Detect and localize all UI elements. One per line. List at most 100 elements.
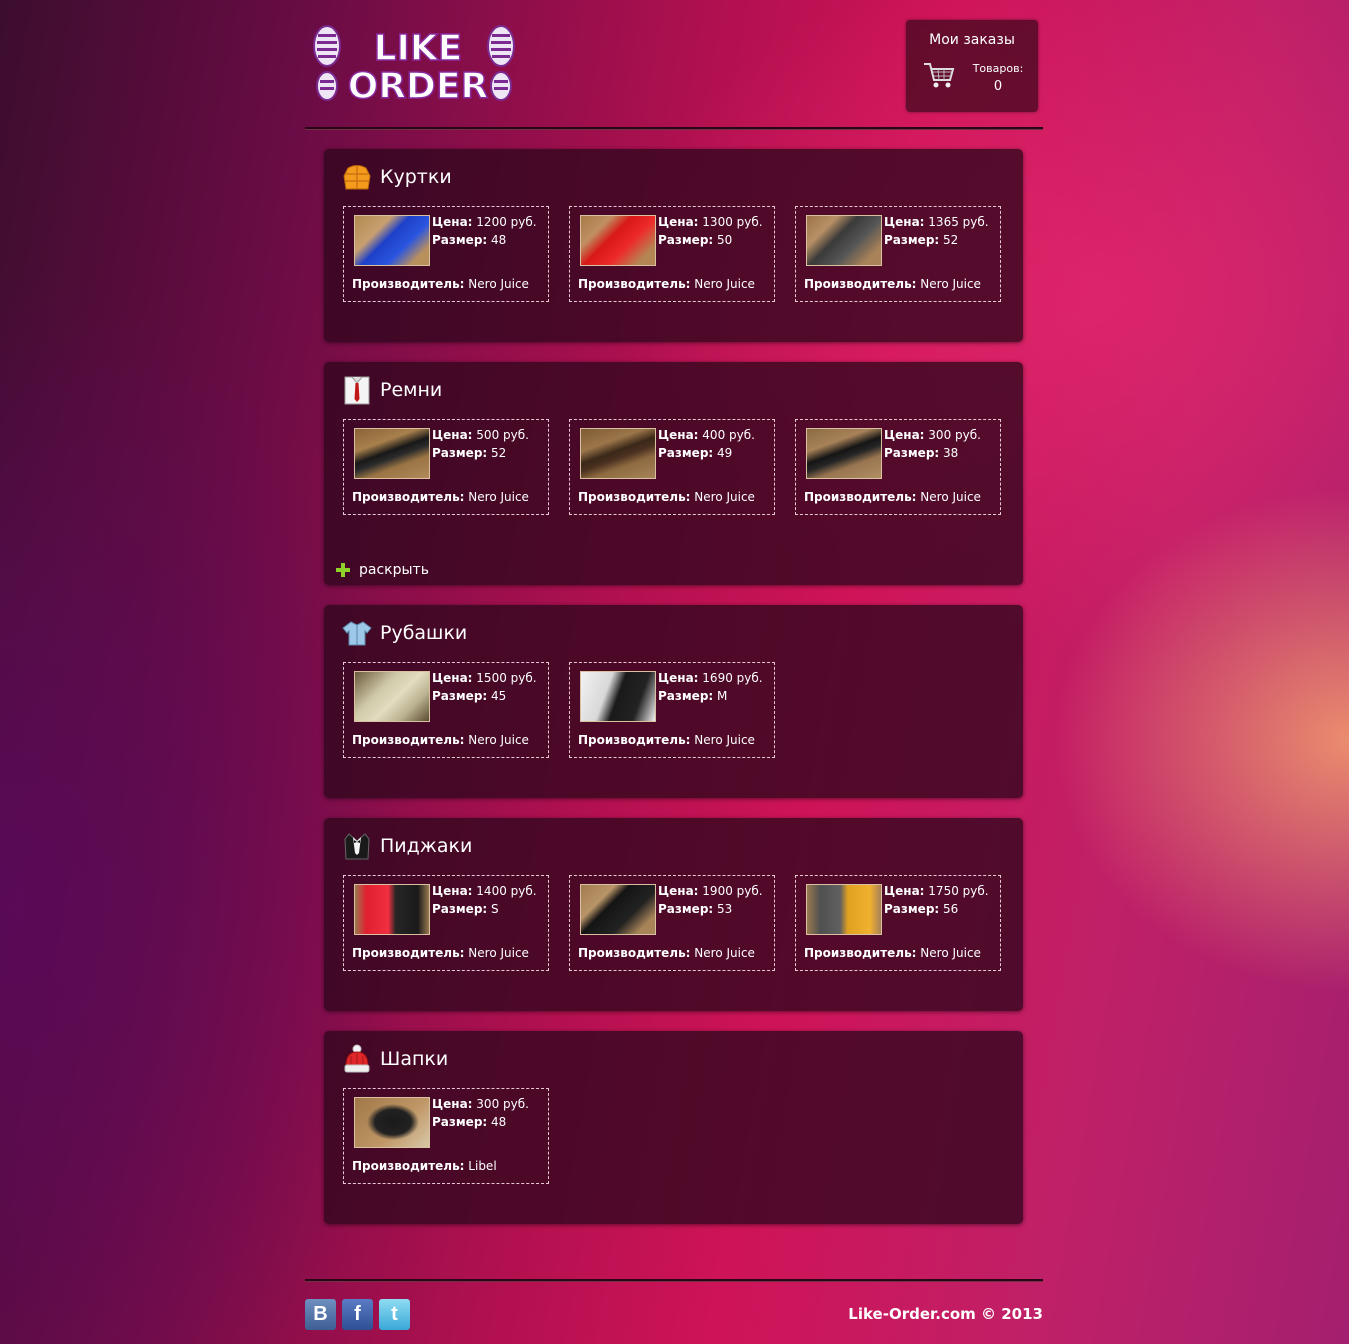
product-meta: Цена: 300 руб. Размер: 38 <box>884 426 981 462</box>
size-label: Размер: <box>884 902 940 916</box>
product-price: 1200 руб. <box>476 215 537 229</box>
site-logo[interactable]: LIKE ORDER <box>311 24 521 108</box>
product-image[interactable] <box>580 428 656 479</box>
facebook-label: f <box>354 1303 361 1325</box>
product-image[interactable] <box>354 671 430 722</box>
vk-icon[interactable]: B <box>305 1299 336 1330</box>
maker-label: Производитель: <box>804 490 917 504</box>
size-label: Размер: <box>432 446 488 460</box>
product-image[interactable] <box>806 215 882 266</box>
vk-label: B <box>313 1303 328 1325</box>
price-label: Цена: <box>884 428 925 442</box>
category-title[interactable]: Пиджаки <box>380 835 472 857</box>
size-label: Размер: <box>884 233 940 247</box>
product-card[interactable]: Цена: 500 руб. Размер: 52 Производитель:… <box>343 419 549 515</box>
maker-value: Nero Juice <box>468 946 529 960</box>
price-label: Цена: <box>658 671 699 685</box>
maker-label: Производитель: <box>804 946 917 960</box>
product-price: 1300 руб. <box>702 215 763 229</box>
product-card[interactable]: Цена: 1750 руб. Размер: 56 Производитель… <box>795 875 1001 971</box>
shoe-print-icon-left <box>313 25 341 101</box>
product-price: 1365 руб. <box>928 215 989 229</box>
expand-link[interactable]: раскрыть <box>336 562 429 578</box>
category-title[interactable]: Куртки <box>380 166 452 188</box>
product-maker: Производитель: Libel <box>352 1159 497 1173</box>
product-card[interactable]: Цена: 1365 руб. Размер: 52 Производитель… <box>795 206 1001 302</box>
category-header: Рубашки <box>342 617 467 649</box>
maker-label: Производитель: <box>578 277 691 291</box>
category-title[interactable]: Ремни <box>380 379 442 401</box>
maker-label: Производитель: <box>352 733 465 747</box>
maker-label: Производитель: <box>352 946 465 960</box>
copyright: Like-Order.com © 2013 <box>848 1305 1043 1323</box>
logo-line1: LIKE <box>374 28 463 69</box>
product-card[interactable]: Цена: 1300 руб. Размер: 50 Производитель… <box>569 206 775 302</box>
product-card[interactable]: Цена: 300 руб. Размер: 48 Производитель:… <box>343 1088 549 1184</box>
product-maker: Производитель: Nero Juice <box>578 733 755 747</box>
product-meta: Цена: 1300 руб. Размер: 50 <box>658 213 763 249</box>
maker-label: Производитель: <box>804 277 917 291</box>
tuxedo-icon <box>342 831 372 861</box>
category-title[interactable]: Шапки <box>380 1048 448 1070</box>
product-meta: Цена: 400 руб. Размер: 49 <box>658 426 755 462</box>
product-image[interactable] <box>806 884 882 935</box>
product-image[interactable] <box>580 215 656 266</box>
product-price: 1690 руб. <box>702 671 763 685</box>
size-label: Размер: <box>432 689 488 703</box>
product-image[interactable] <box>354 884 430 935</box>
size-label: Размер: <box>658 446 714 460</box>
expand-label[interactable]: раскрыть <box>359 562 429 578</box>
category-blazers: Пиджаки Цена: 1400 руб. Размер: S Произв… <box>324 818 1023 1011</box>
product-card[interactable]: Цена: 400 руб. Размер: 49 Производитель:… <box>569 419 775 515</box>
price-label: Цена: <box>884 884 925 898</box>
my-orders-title[interactable]: Мои заказы <box>906 32 1038 48</box>
product-maker: Производитель: Nero Juice <box>578 946 755 960</box>
maker-value: Nero Juice <box>694 946 755 960</box>
category-header: Шапки <box>342 1043 448 1075</box>
product-price: 1400 руб. <box>476 884 537 898</box>
product-card[interactable]: Цена: 1500 руб. Размер: 45 Производитель… <box>343 662 549 758</box>
facebook-icon[interactable]: f <box>342 1299 373 1330</box>
goods-count: 0 <box>993 79 1003 94</box>
product-card[interactable]: Цена: 1690 руб. Размер: M Производитель:… <box>569 662 775 758</box>
product-card[interactable]: Цена: 1200 руб. Размер: 48 Производитель… <box>343 206 549 302</box>
product-image[interactable] <box>354 428 430 479</box>
product-meta: Цена: 1690 руб. Размер: M <box>658 669 763 705</box>
maker-value: Nero Juice <box>694 277 755 291</box>
my-orders-box[interactable]: Мои заказы Товаров: 0 <box>906 20 1038 112</box>
shirt-icon <box>342 618 372 648</box>
product-maker: Производитель: Nero Juice <box>352 277 529 291</box>
maker-label: Производитель: <box>578 733 691 747</box>
product-meta: Цена: 300 руб. Размер: 48 <box>432 1095 529 1131</box>
category-belts: Ремни Цена: 500 руб. Размер: 52 Производ… <box>324 362 1023 585</box>
product-card[interactable]: Цена: 1900 руб. Размер: 53 Производитель… <box>569 875 775 971</box>
product-image[interactable] <box>354 215 430 266</box>
maker-value: Nero Juice <box>920 277 981 291</box>
product-image[interactable] <box>354 1097 430 1148</box>
product-size: 56 <box>943 902 959 916</box>
size-label: Размер: <box>658 689 714 703</box>
product-size: M <box>717 689 728 703</box>
maker-label: Производитель: <box>352 277 465 291</box>
product-card[interactable]: Цена: 1400 руб. Размер: S Производитель:… <box>343 875 549 971</box>
product-maker: Производитель: Nero Juice <box>578 490 755 504</box>
product-price: 500 руб. <box>476 428 529 442</box>
plus-icon[interactable] <box>336 563 350 577</box>
product-image[interactable] <box>580 671 656 722</box>
product-size: 53 <box>717 902 733 916</box>
twitter-icon[interactable]: t <box>379 1299 410 1330</box>
product-maker: Производитель: Nero Juice <box>352 490 529 504</box>
product-price: 1900 руб. <box>702 884 763 898</box>
product-size: 45 <box>491 689 507 703</box>
cart-icon[interactable] <box>922 60 956 90</box>
product-price: 1500 руб. <box>476 671 537 685</box>
product-image[interactable] <box>806 428 882 479</box>
product-size: 38 <box>943 446 959 460</box>
product-card[interactable]: Цена: 300 руб. Размер: 38 Производитель:… <box>795 419 1001 515</box>
category-jackets: Куртки Цена: 1200 руб. Размер: 48 Произв… <box>324 149 1023 342</box>
product-image[interactable] <box>580 884 656 935</box>
size-label: Размер: <box>432 233 488 247</box>
maker-value: Nero Juice <box>694 733 755 747</box>
product-size: 48 <box>491 1115 507 1129</box>
category-title[interactable]: Рубашки <box>380 622 467 644</box>
